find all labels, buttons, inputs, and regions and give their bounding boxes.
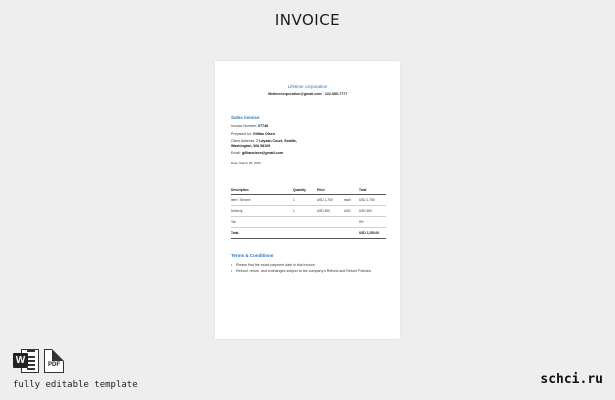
invoice-number-line: Invoice Number: 07748 [231,124,331,129]
cell-total: 5% [359,220,364,224]
header-total: Total [359,188,367,192]
prepared-for-label: Prepared for: [231,132,252,136]
items-table: Description Quantity Price Total Item / … [231,185,386,239]
list-item: Refund, return, and exchanges subject to… [231,269,381,274]
client-address-line: Client Address: 7 Laysan Court, Seattle, [231,139,331,144]
table-header-row: Description Quantity Price Total [231,185,386,195]
invoice-number: 07748 [258,124,269,128]
invoice-number-label: Invoice Number: [231,124,258,128]
word-badge: W [13,353,28,368]
cell-unit: USD [344,209,351,213]
total-label: Total [231,231,239,235]
cell-unit: each [344,198,351,202]
prepared-for-line: Prepared for: Gillian Olsen [231,132,331,137]
terms-title: Terms & Conditions [231,253,274,258]
sales-invoice-title: Sales invoice [231,115,260,120]
cell-price: USD 1,750 [317,198,333,202]
table-total-row: Total USD 2,250.00 [231,228,386,239]
cell-description: Delivery [231,209,243,213]
table-row: Item / Service 1 USD 1,750 each USD 1,75… [231,195,386,206]
table-row: Delivery 1 USD 500 USD USD 500 [231,206,386,217]
header-quantity: Quantity [293,188,306,192]
header-description: Description [231,188,249,192]
prepared-for: Gillian Olsen [252,132,275,136]
template-caption: fully editable template [13,380,138,390]
client-address-label: Client Address: [231,139,256,143]
cell-total: USD 500 [359,209,372,213]
brand-logo: schci.ru [540,372,603,387]
page-heading: INVOICE [274,11,341,29]
client-address-line-2: Washington, WA 98109 [231,144,331,149]
email: gillianolsen@gmail.com [242,151,284,155]
file-format-icons: W PDF [13,349,64,373]
word-document-icon: W [13,349,39,373]
cell-quantity: 1 [293,198,295,202]
cell-total: USD 1,750 [359,198,375,202]
table-row: Tax 5% [231,217,386,228]
cell-description: Item / Service [231,198,251,202]
invoice-sheet: Lifetime corporation lifetimecorporation… [215,61,400,339]
company-contact: lifetimecorporation@gmail.com · 222-555-… [267,92,348,96]
cell-description: Tax [231,220,236,224]
client-address-1: 7 Laysan Court, Seattle, [256,139,297,143]
total-value: USD 2,250.00 [359,231,380,235]
invoice-date: Date: March 25, 2025 [231,161,261,165]
pdf-label: PDF [48,362,60,368]
email-label: Email: [231,151,241,155]
company-name: Lifetime corporation [287,84,328,89]
cell-price: USD 500 [317,209,330,213]
list-item: Please find the exact payment date in th… [231,263,381,268]
header-price: Price [317,188,325,192]
email-line: Email: gillianolsen@gmail.com [231,151,331,156]
pdf-document-icon: PDF [44,349,64,373]
client-address-2: Washington, WA 98109 [231,144,271,148]
terms-list: Please find the exact payment date in th… [231,263,381,274]
cell-quantity: 1 [293,209,295,213]
